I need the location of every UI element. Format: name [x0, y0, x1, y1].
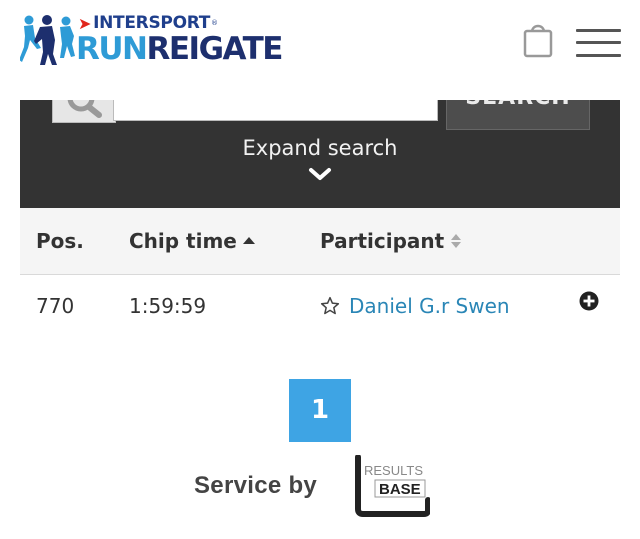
search-icon-box	[52, 100, 116, 123]
event-wordmark: RUN REIGATE	[76, 31, 284, 67]
column-header-label: Participant	[320, 229, 445, 253]
cell-chip-time: 1:59:59	[129, 294, 207, 318]
shopping-bag-icon[interactable]	[522, 20, 554, 58]
brand-registered-mark: ®	[211, 19, 218, 27]
search-panel: SEARCH Expand search	[20, 100, 620, 208]
table-header: Pos. Chip time Participant	[20, 208, 620, 275]
results-base-logo-text: BASE	[379, 481, 421, 498]
results-base-logo[interactable]: RESULTS BASE	[352, 455, 430, 517]
sort-both-icon	[451, 233, 462, 248]
cell-participant: Daniel G.r Swen	[320, 275, 510, 337]
table-row[interactable]: 770 1:59:59 Daniel G.r Swen	[20, 275, 620, 337]
event-name-part1: RUN	[76, 31, 148, 67]
event-name-part2: REIGATE	[146, 31, 284, 67]
plus-circle-icon[interactable]	[579, 291, 599, 311]
search-button-label: SEARCH	[465, 100, 570, 110]
run-reigate-logo[interactable]: ➤ INTERSPORT ® RUN REIGATE	[20, 13, 292, 67]
chevron-down-icon	[309, 168, 331, 180]
intersport-arrow-icon: ➤	[78, 13, 92, 33]
column-header-chip-time[interactable]: Chip time	[129, 208, 255, 274]
intersport-wordmark: ➤ INTERSPORT ®	[78, 13, 218, 33]
search-input[interactable]	[113, 100, 438, 121]
pagination-page-1[interactable]: 1	[289, 379, 351, 442]
participant-name-link[interactable]: Daniel G.r Swen	[349, 294, 510, 318]
expand-search-label: Expand search	[242, 136, 398, 160]
cell-position: 770	[36, 294, 75, 318]
results-base-logo-text: RESULTS	[364, 463, 423, 478]
results-table: Pos. Chip time Participant 770 1:59:59 D…	[20, 208, 620, 337]
site-header: ➤ INTERSPORT ® RUN REIGATE	[0, 0, 640, 100]
column-header-label: Chip time	[129, 229, 237, 253]
sort-ascending-icon	[242, 237, 255, 244]
search-icon	[67, 100, 102, 118]
column-header-position[interactable]: Pos.	[36, 208, 84, 274]
runners-logo-icon	[20, 15, 75, 65]
column-header-label: Pos.	[36, 229, 84, 253]
service-by-text: Service by	[194, 472, 318, 499]
brand-name: INTERSPORT	[93, 13, 211, 33]
star-outline-icon[interactable]	[320, 296, 340, 316]
expand-search-toggle[interactable]: Expand search	[20, 130, 620, 194]
column-header-participant[interactable]: Participant	[320, 208, 462, 274]
search-button[interactable]: SEARCH	[446, 100, 590, 130]
hamburger-menu-icon[interactable]	[576, 29, 621, 59]
